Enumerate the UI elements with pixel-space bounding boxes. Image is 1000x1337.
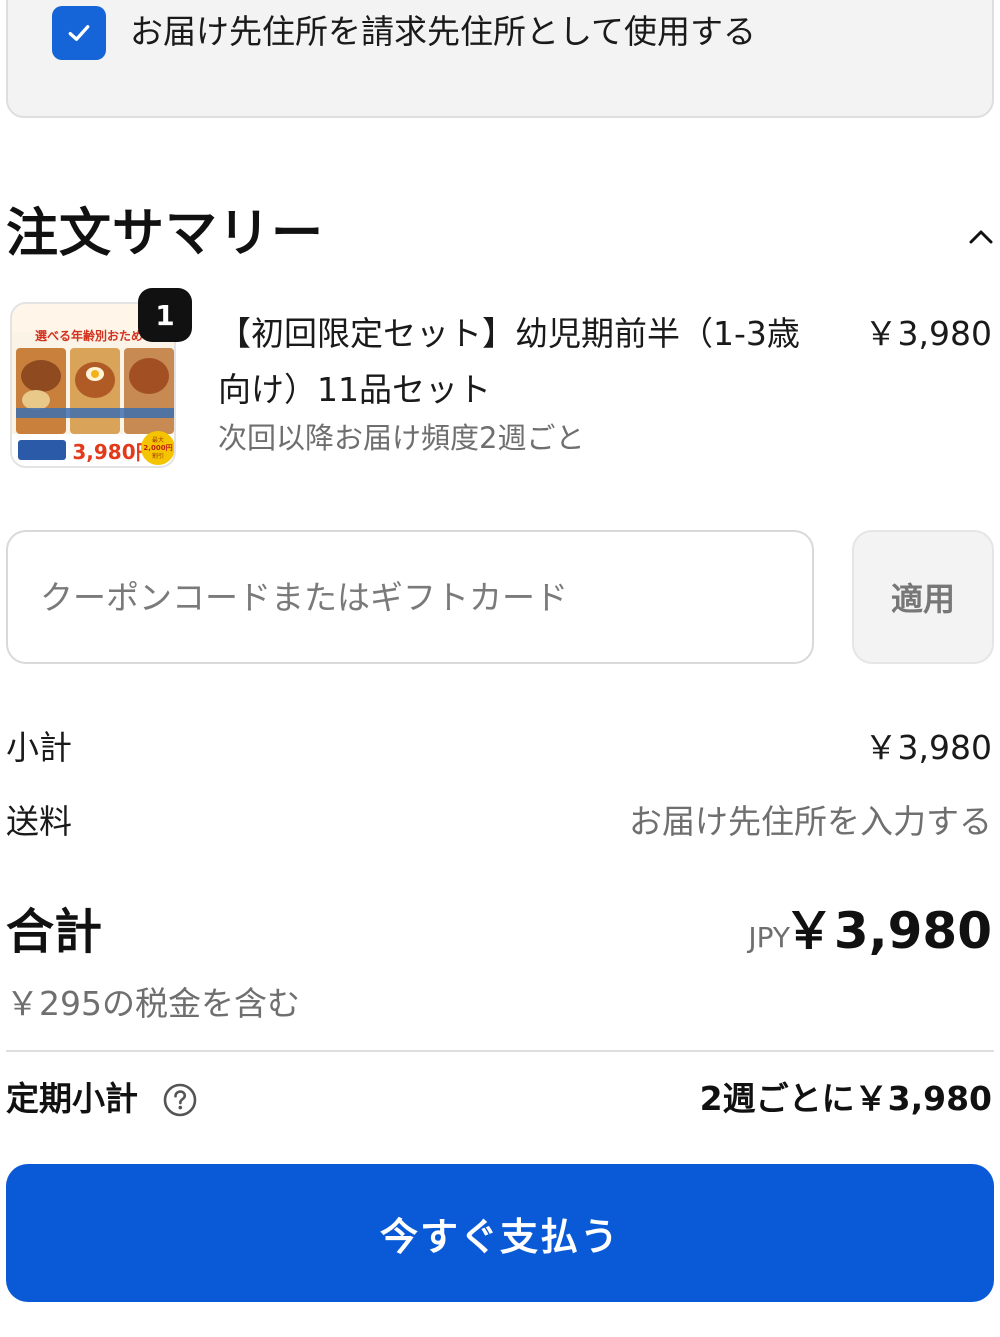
subtotal-value: ￥3,980: [864, 728, 992, 767]
product-image-heading: 選べる年齢別おためし: [35, 328, 155, 343]
product-price: ￥3,980: [864, 314, 992, 353]
billing-same-label[interactable]: お届け先住所を請求先住所として使用する: [130, 10, 756, 54]
shipping-value: お届け先住所を入力する: [629, 802, 992, 841]
billing-address-panel: お届け先住所を請求先住所として使用する: [6, 0, 994, 118]
recurring-subtotal-label: 定期小計: [6, 1079, 138, 1118]
recurring-subtotal-value: 2週ごとに￥3,980: [699, 1079, 992, 1118]
quantity-badge: 1: [138, 288, 192, 342]
pay-now-button[interactable]: 今すぐ支払う: [6, 1164, 994, 1302]
shipping-label: 送料: [6, 802, 72, 841]
billing-same-checkbox[interactable]: [52, 6, 106, 60]
divider: [6, 1050, 994, 1052]
subtotal-label: 小計: [6, 728, 72, 767]
checkmark-icon: [68, 25, 90, 41]
apply-coupon-button[interactable]: 適用: [852, 530, 994, 664]
chevron-up-icon[interactable]: [964, 222, 998, 252]
product-thumbnail-wrapper: 選べる年齢別おためし 3,980円 最大 2,000円 割引 1: [10, 288, 192, 468]
product-image-badge-line2: 2,000円: [143, 444, 172, 452]
order-summary-title: 注文サマリー: [6, 204, 325, 264]
coupon-code-input[interactable]: [6, 530, 814, 664]
tax-note: ￥295の税金を含む: [6, 984, 300, 1023]
total-label: 合計: [6, 904, 103, 960]
product-image-badge-line1: 最大: [152, 436, 164, 444]
total-value: ￥3,980: [783, 902, 992, 960]
product-name: 【初回限定セット】幼児期前半（1-3歳向け）11品セット: [218, 314, 800, 409]
question-circle-icon[interactable]: [162, 1082, 198, 1118]
subscription-frequency: 次回以降お届け頻度2週ごと: [218, 421, 585, 455]
product-image-badge-line3: 割引: [152, 452, 164, 460]
